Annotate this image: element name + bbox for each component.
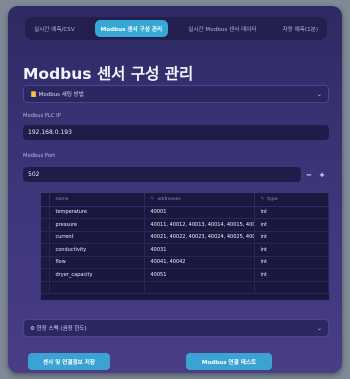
edit-icon: ✎ (150, 196, 155, 202)
cell-addresses[interactable]: 40021, 40022, 40023, 40024, 40025, 400 (144, 231, 255, 244)
cell-type[interactable]: int (254, 268, 329, 282)
test-connection-button[interactable]: Modbus 연결 테스트 (186, 353, 272, 370)
table-row[interactable]: flow 40041, 40042 int (41, 256, 329, 269)
plc-ip-label: Modbus PLC IP (23, 113, 61, 119)
column-header-name[interactable]: name (49, 193, 145, 207)
cell-name[interactable]: current (49, 231, 145, 244)
cell-addresses[interactable]: 40051 (144, 268, 255, 282)
row-handle[interactable] (41, 218, 50, 232)
table-row[interactable]: dryer_capacity 40051 int (41, 268, 329, 282)
cell-name[interactable]: conductivity (49, 243, 145, 257)
chevron-down-icon: ⌄ (316, 324, 322, 332)
cell-addresses[interactable]: 40011, 40012, 40013, 40014, 40015, 400 (144, 218, 255, 232)
cell-type[interactable] (254, 281, 329, 294)
port-increment-button[interactable]: + (315, 167, 329, 182)
row-handle[interactable] (41, 281, 50, 294)
save-sensor-button[interactable]: 센서 및 연결정보 저장 (28, 353, 110, 370)
port-input[interactable]: 502 (23, 167, 301, 182)
cell-type[interactable]: int (254, 206, 329, 219)
spec-expander[interactable]: ⚙ 현장 스펙 (권장 한도) ⌄ (23, 319, 329, 337)
row-handle[interactable] (41, 243, 50, 257)
row-handle[interactable] (41, 231, 50, 244)
page-title: Modbus 센서 구성 관리 (23, 65, 194, 83)
port-decrement-button[interactable]: − (302, 167, 316, 182)
settings-expander[interactable]: 📒 Modbus 세팅 방법 ⌄ (23, 85, 329, 103)
tab-bar: 실시간 예측/CSV Modbus 센서 구성 관리 실시간 Modbus 센서… (25, 17, 327, 40)
cell-addresses[interactable] (144, 281, 255, 294)
table-row[interactable]: conductivity 40031 int (41, 243, 329, 257)
chevron-down-icon: ⌄ (316, 90, 322, 98)
tab-realtime-csv[interactable]: 실시간 예측/CSV (28, 20, 81, 37)
settings-expander-label: 📒 Modbus 세팅 방법 (30, 92, 84, 98)
cell-name[interactable] (49, 281, 145, 294)
tab-auto-predict[interactable]: 자동 예측(1분) (277, 20, 324, 37)
tab-realtime-modbus[interactable]: 실시간 Modbus 센서 데이터 (182, 20, 262, 37)
cell-type[interactable]: int (254, 231, 329, 244)
tab-modbus-config[interactable]: Modbus 센서 구성 관리 (94, 20, 169, 37)
row-handle[interactable] (41, 256, 50, 269)
cell-addresses[interactable]: 40031 (144, 243, 255, 257)
port-label: Modbus Port (23, 153, 56, 159)
cell-type[interactable]: int (254, 218, 329, 232)
cell-name[interactable]: temperature (49, 206, 145, 219)
cell-name[interactable]: dryer_capacity (49, 268, 145, 282)
column-name-label: name (55, 196, 69, 202)
cell-addresses[interactable]: 40041, 40042 (144, 256, 255, 269)
plc-ip-input[interactable]: 192.168.0.193 (23, 125, 329, 140)
table-row-empty[interactable] (41, 281, 329, 294)
row-handle[interactable] (41, 268, 50, 282)
cell-addresses[interactable]: 40001 (144, 206, 255, 219)
table-row[interactable]: temperature 40001 int (41, 206, 329, 219)
column-type-label: type (267, 196, 278, 202)
column-addresses-label: addresses (157, 196, 181, 202)
column-header-type[interactable]: ✎ type (254, 193, 329, 207)
cell-type[interactable]: int (254, 256, 329, 269)
sensor-table: name ✎ addresses ✎ type temperature 40001 … (40, 192, 330, 301)
table-row[interactable]: pressure 40011, 40012, 40013, 40014, 400… (41, 218, 329, 232)
app-window: 실시간 예측/CSV Modbus 센서 구성 관리 실시간 Modbus 센서… (8, 6, 342, 373)
spec-expander-label: ⚙ 현장 스펙 (권장 한도) (30, 326, 87, 332)
edit-icon: ✎ (260, 196, 265, 202)
cell-type[interactable]: int (254, 243, 329, 257)
table-header-row: name ✎ addresses ✎ type (41, 193, 329, 207)
table-row[interactable]: current 40021, 40022, 40023, 40024, 4002… (41, 231, 329, 244)
cell-name[interactable]: pressure (49, 218, 145, 232)
cell-name[interactable]: flow (49, 256, 145, 269)
column-header-addresses[interactable]: ✎ addresses (144, 193, 255, 207)
row-handle[interactable] (41, 206, 50, 219)
row-index-header (41, 193, 50, 207)
